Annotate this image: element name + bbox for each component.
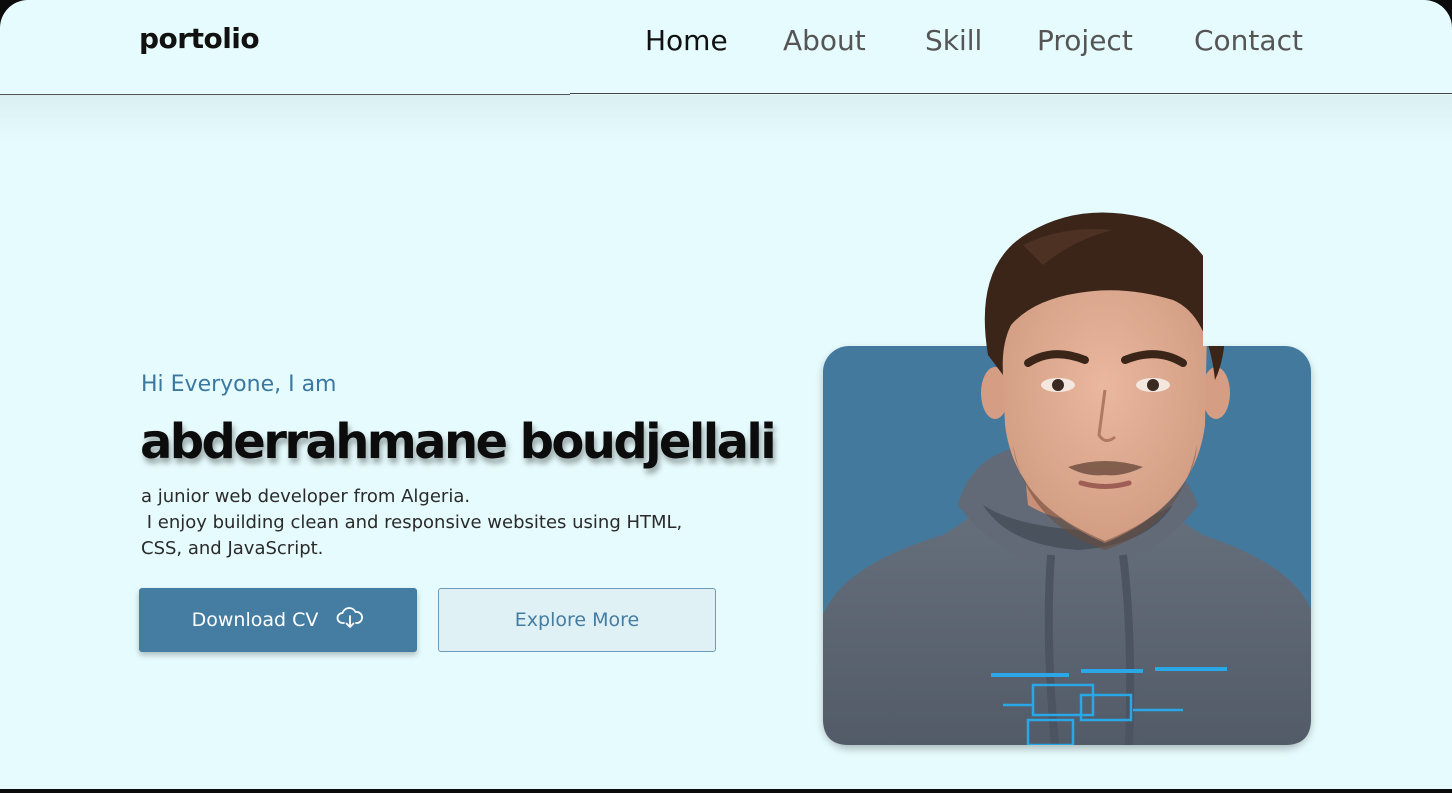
- navbar: portolio Home About Skill Project Contac…: [0, 0, 1452, 94]
- explore-more-button[interactable]: Explore More: [438, 588, 716, 652]
- page-frame: portolio Home About Skill Project Contac…: [0, 0, 1452, 789]
- nav-link-about[interactable]: About: [783, 24, 866, 57]
- navbar-divider-right: [570, 93, 1452, 94]
- hero-name: abderrahmane boudjellali: [140, 414, 777, 470]
- download-cv-button[interactable]: Download CV: [139, 588, 417, 652]
- hero-bio: a junior web developer from Algeria. I e…: [141, 484, 781, 562]
- hero-greeting: Hi Everyone, I am: [141, 372, 337, 397]
- profile-photo: [823, 212, 1311, 745]
- hero-bio-line: I enjoy building clean and responsive we…: [141, 512, 683, 533]
- nav-link-project[interactable]: Project: [1037, 24, 1133, 57]
- hero-bio-line: a junior web developer from Algeria.: [141, 486, 471, 507]
- navbar-shadow: [0, 95, 1452, 141]
- logo[interactable]: portolio: [139, 22, 260, 55]
- cloud-download-icon: [336, 606, 364, 634]
- explore-more-label: Explore More: [514, 609, 640, 631]
- nav-link-skill[interactable]: Skill: [925, 24, 982, 57]
- nav-link-home[interactable]: Home: [645, 24, 728, 57]
- download-cv-label: Download CV: [191, 609, 319, 631]
- hero-bio-line: CSS, and JavaScript.: [141, 538, 324, 559]
- nav-link-contact[interactable]: Contact: [1194, 24, 1303, 57]
